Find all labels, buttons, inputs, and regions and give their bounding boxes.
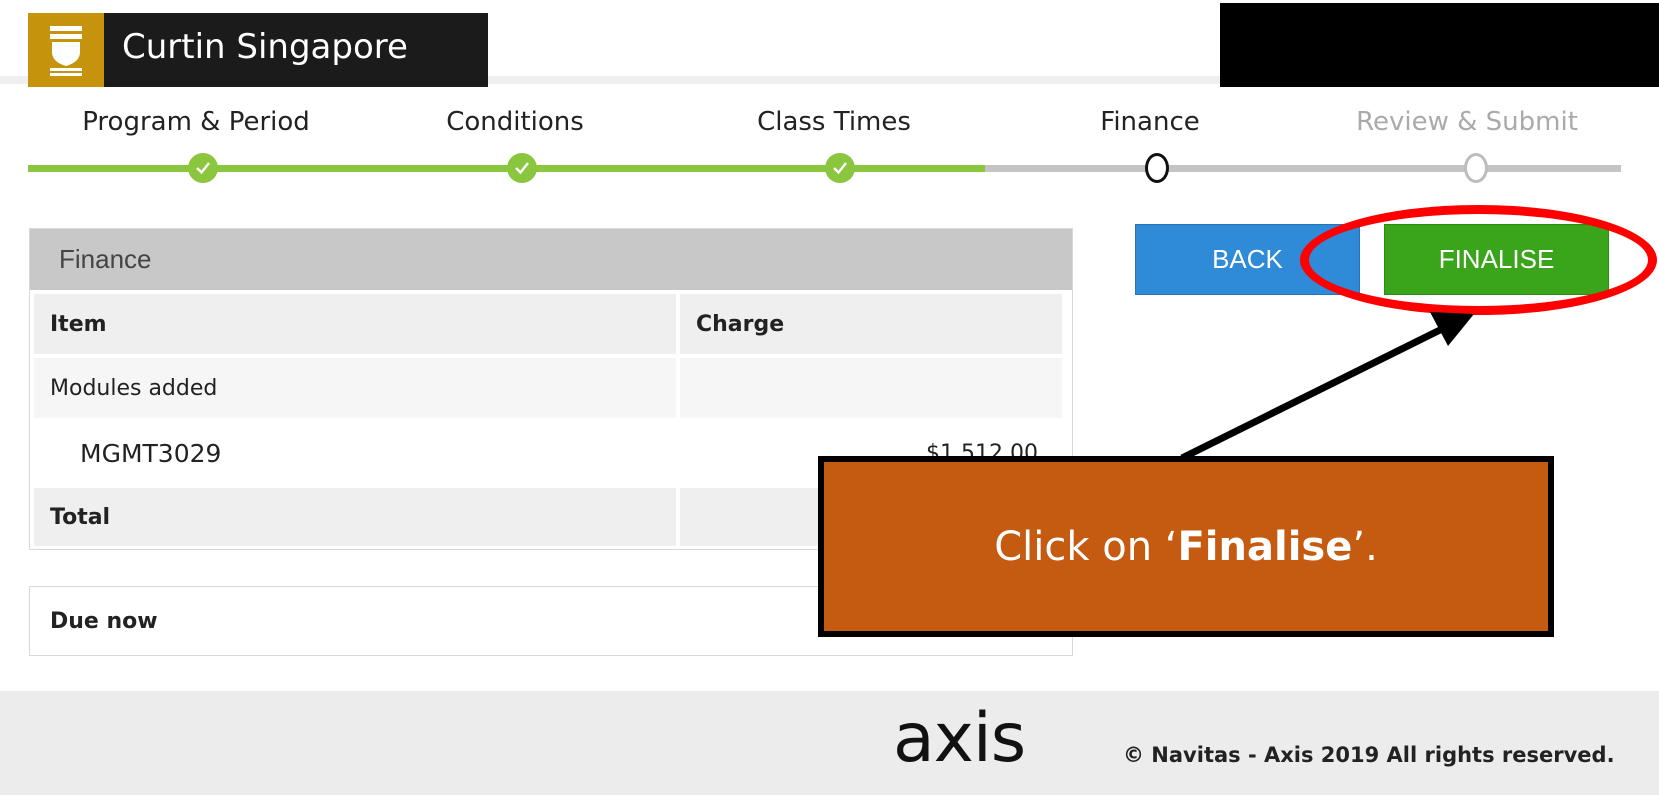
callout-prefix: Click on ‘ [994,523,1178,570]
callout-suffix: ’. [1352,523,1378,570]
copyright-text: © Navitas - Axis 2019 All rights reserve… [1123,743,1615,767]
callout-emphasis: Finalise [1177,523,1353,570]
instruction-callout: Click on ‘Finalise’. [818,456,1554,637]
footer: axis © Navitas - Axis 2019 All rights re… [0,691,1659,795]
pointer-arrow-icon [1180,312,1474,462]
callout-text: Click on ‘Finalise’. [994,524,1378,570]
axis-logo: axis [893,699,1026,778]
